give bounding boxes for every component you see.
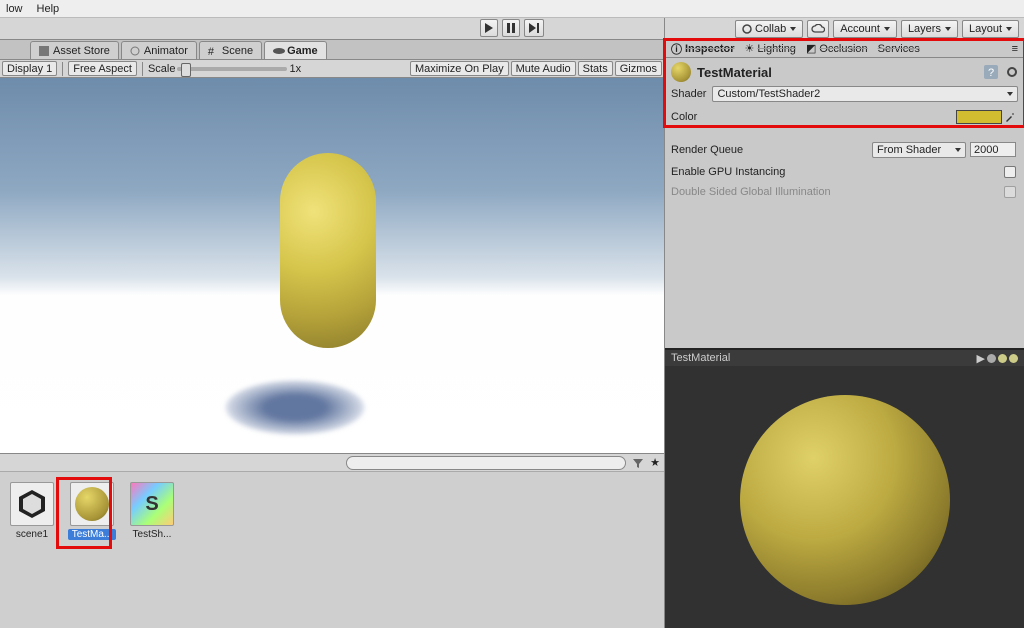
- tab-label: Inspector: [685, 43, 735, 55]
- unity-icon: [10, 482, 54, 526]
- preview-play-icon[interactable]: ▶: [977, 352, 985, 365]
- preview-sphere: [740, 395, 950, 605]
- render-queue-value[interactable]: 2000: [970, 142, 1016, 157]
- top-right-toolbar: Collab Account Layers Layout: [665, 18, 1024, 40]
- shader-value: Custom/TestShader2: [717, 88, 820, 100]
- shader-dropdown[interactable]: Custom/TestShader2: [712, 86, 1018, 102]
- occlusion-icon: ◩: [806, 42, 816, 55]
- stats-toggle[interactable]: Stats: [578, 61, 613, 76]
- capsule-object: [280, 153, 376, 348]
- editor-tabs: Asset Store Animator # Scene Game: [0, 40, 664, 60]
- dsgi-checkbox: [1004, 186, 1016, 198]
- preview-sphere-icon[interactable]: [987, 354, 996, 363]
- filter-icon[interactable]: [632, 457, 644, 469]
- tab-inspector[interactable]: ⓘ Inspector: [671, 41, 735, 57]
- render-queue-mode[interactable]: From Shader: [872, 142, 966, 158]
- preview-light-icon[interactable]: [998, 354, 1007, 363]
- gpu-instancing-checkbox[interactable]: [1004, 166, 1016, 178]
- lighting-icon: ☀: [745, 42, 755, 55]
- gpu-instancing-label: Enable GPU Instancing: [671, 166, 785, 178]
- step-button[interactable]: [524, 19, 544, 37]
- gear-icon[interactable]: [1006, 66, 1018, 78]
- play-button[interactable]: [480, 19, 498, 37]
- menu-item[interactable]: low: [6, 3, 23, 15]
- tab-animator[interactable]: Animator: [121, 41, 197, 59]
- svg-text:?: ?: [988, 67, 994, 79]
- layers-button[interactable]: Layers: [901, 20, 958, 38]
- scale-slider[interactable]: [177, 67, 287, 71]
- left-toolbar: [0, 18, 664, 40]
- preview-light2-icon[interactable]: [1009, 354, 1018, 363]
- color-label: Color: [671, 111, 697, 123]
- tab-game[interactable]: Game: [264, 41, 327, 59]
- shader-label: Shader: [671, 88, 706, 100]
- playback-controls: [479, 19, 545, 37]
- asset-label: TestSh...: [128, 529, 176, 540]
- cloud-icon: [811, 24, 825, 34]
- account-button[interactable]: Account: [833, 20, 897, 38]
- material-icon: [70, 482, 114, 526]
- asset-material[interactable]: TestMa...: [68, 482, 116, 618]
- star-icon[interactable]: ★: [650, 456, 660, 469]
- pause-button[interactable]: [502, 19, 520, 37]
- object-shadow: [225, 380, 365, 435]
- animator-icon: [130, 46, 140, 56]
- asset-label: TestMa...: [68, 529, 116, 540]
- tab-label: Services: [878, 43, 920, 55]
- color-swatch[interactable]: [956, 110, 1002, 124]
- gizmos-toggle[interactable]: Gizmos: [615, 61, 662, 76]
- aspect-dropdown[interactable]: Free Aspect: [68, 61, 137, 76]
- maximize-toggle[interactable]: Maximize On Play: [410, 61, 509, 76]
- scene-icon: #: [208, 46, 218, 56]
- help-icon[interactable]: ?: [984, 65, 998, 79]
- game-icon: [273, 46, 283, 56]
- project-panel: ★ scene1 TestMa... S: [0, 453, 664, 628]
- menu-bar: low Help: [0, 0, 1024, 18]
- asset-store-icon: [39, 46, 49, 56]
- menu-item[interactable]: Help: [37, 3, 60, 15]
- layout-button[interactable]: Layout: [962, 20, 1019, 38]
- dsgi-label: Double Sided Global Illumination: [671, 186, 831, 198]
- material-name: TestMaterial: [697, 65, 772, 80]
- asset-label: scene1: [8, 529, 56, 540]
- shader-icon: S: [130, 482, 174, 526]
- tab-label: Animator: [144, 45, 188, 57]
- info-icon: ⓘ: [671, 41, 682, 57]
- tab-label: Game: [287, 45, 318, 57]
- asset-scene[interactable]: scene1: [8, 482, 56, 618]
- tab-scene[interactable]: # Scene: [199, 41, 262, 59]
- material-preview-icon: [671, 62, 691, 82]
- inspector-panel: TestMaterial ? Shader Custom/TestShader2: [665, 58, 1024, 206]
- cloud-button[interactable]: [807, 20, 829, 38]
- project-search-input[interactable]: [346, 456, 626, 470]
- collab-button[interactable]: Collab: [735, 20, 803, 38]
- asset-shader[interactable]: S TestSh...: [128, 482, 176, 618]
- inspector-tab-bar: ⓘ Inspector ☀ Lighting ◩ Occlusion Servi…: [665, 40, 1024, 58]
- tab-services[interactable]: Services: [878, 43, 920, 55]
- mute-toggle[interactable]: Mute Audio: [511, 61, 576, 76]
- render-queue-label: Render Queue: [671, 144, 743, 156]
- display-dropdown[interactable]: Display 1: [2, 61, 57, 76]
- tab-asset-store[interactable]: Asset Store: [30, 41, 119, 59]
- game-toolbar: Display 1 Free Aspect Scale 1x Maximize …: [0, 60, 664, 78]
- tab-menu-icon[interactable]: ≡: [1012, 43, 1018, 55]
- tab-label: Scene: [222, 45, 253, 57]
- tab-label: Occlusion: [819, 43, 867, 55]
- tab-occlusion[interactable]: ◩ Occlusion: [806, 42, 868, 55]
- scale-value: 1x: [289, 63, 301, 75]
- preview-title: TestMaterial: [671, 352, 730, 364]
- material-preview: TestMaterial ▶: [665, 348, 1024, 628]
- scale-label: Scale: [148, 63, 176, 75]
- collab-icon: [742, 24, 752, 34]
- assets-grid: scene1 TestMa... S TestSh...: [0, 472, 664, 628]
- tab-label: Lighting: [757, 43, 796, 55]
- tab-label: Asset Store: [53, 45, 110, 57]
- game-view: [0, 78, 664, 453]
- tab-lighting[interactable]: ☀ Lighting: [745, 42, 796, 55]
- eyedropper-icon[interactable]: [1004, 111, 1016, 123]
